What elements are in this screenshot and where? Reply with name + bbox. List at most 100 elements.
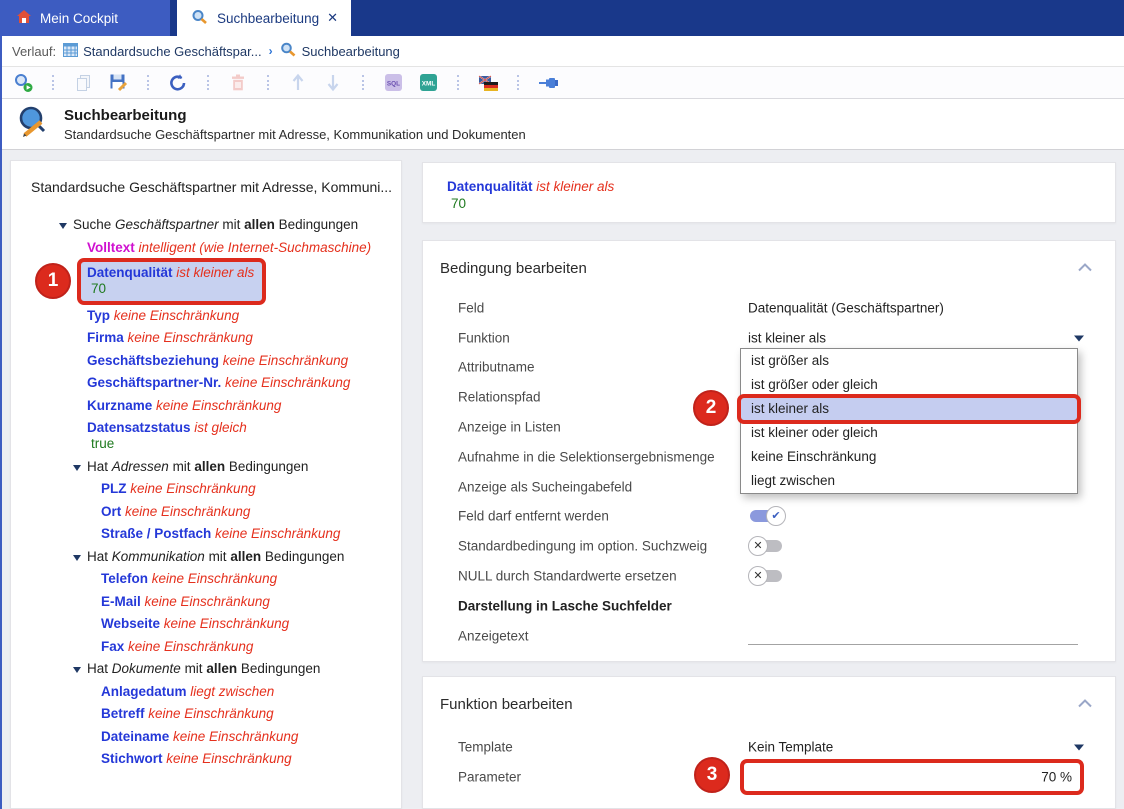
toggle-null-durch-standardwerte-ersetzen[interactable]: ✕ bbox=[748, 566, 786, 586]
save-icon[interactable] bbox=[107, 73, 129, 93]
tree-condition-body: Ort keine Einschränkung bbox=[101, 504, 250, 520]
table-icon bbox=[63, 43, 78, 60]
tree-condition-dateiname[interactable]: Dateiname keine Einschränkung bbox=[11, 729, 401, 745]
tree-group-text: Adressen bbox=[112, 459, 169, 474]
tree-group-text: allen bbox=[206, 661, 237, 676]
toggle-cell: ✔ bbox=[748, 506, 1084, 526]
condition-field-name: PLZ bbox=[101, 481, 127, 496]
tree-condition-stichwort[interactable]: Stichwort keine Einschränkung bbox=[11, 751, 401, 767]
form-row-darstellung-in-lasche-suchfelder: Darstellung in Lasche Suchfelder bbox=[458, 591, 1092, 621]
language-icon[interactable] bbox=[477, 73, 499, 93]
xml-icon[interactable]: XML bbox=[417, 73, 439, 93]
tree-condition-body: Geschäftsbeziehung keine Einschränkung bbox=[87, 353, 348, 369]
dropdown-option-ist-größer-als[interactable]: ist größer als bbox=[741, 349, 1077, 373]
field-label: Feld bbox=[458, 300, 484, 315]
input-parameter[interactable]: 70 %3 bbox=[744, 764, 1080, 790]
collapse-caret-icon[interactable] bbox=[73, 465, 81, 475]
close-tab-icon[interactable]: ✕ bbox=[327, 10, 338, 26]
cross-icon: ✕ bbox=[748, 566, 768, 586]
toggle-cell: ✕ bbox=[748, 536, 1084, 556]
page-title: Suchbearbeitung bbox=[64, 107, 526, 124]
toolbar-separator bbox=[52, 75, 54, 90]
move-down-icon bbox=[322, 73, 344, 93]
tree-group[interactable]: Suche Geschäftspartner mit allen Bedingu… bbox=[11, 217, 401, 233]
tree-condition-geschäftspartner-nr[interactable]: Geschäftspartner-Nr. keine Einschränkung bbox=[11, 375, 401, 391]
collapse-caret-icon[interactable] bbox=[73, 555, 81, 565]
breadcrumb-item-standardsuche[interactable]: Standardsuche Geschäftspar... bbox=[63, 43, 262, 60]
tab-bar: Mein Cockpit Suchbearbeitung ✕ bbox=[2, 0, 1124, 36]
select-funktion[interactable]: ist kleiner als bbox=[748, 330, 1084, 345]
collapse-section-icon[interactable] bbox=[1078, 695, 1092, 713]
chevron-down-icon bbox=[1074, 744, 1084, 755]
field-label: Relationspfad bbox=[458, 390, 541, 405]
dropdown-option-ist-kleiner-oder-gleich[interactable]: ist kleiner oder gleich bbox=[741, 421, 1077, 445]
tree-condition-fax[interactable]: Fax keine Einschränkung bbox=[11, 639, 401, 655]
search-edit-icon bbox=[280, 42, 297, 60]
tree-condition-anlagedatum[interactable]: Anlagedatum liegt zwischen bbox=[11, 684, 401, 700]
pin-icon[interactable] bbox=[537, 73, 559, 93]
tree-group[interactable]: Hat Adressen mit allen Bedingungen bbox=[11, 459, 401, 475]
tree-condition-datensatzstatus[interactable]: Datensatzstatus ist gleichtrue bbox=[11, 420, 401, 452]
tree-condition-webseite[interactable]: Webseite keine Einschränkung bbox=[11, 616, 401, 632]
tree-condition-firma[interactable]: Firma keine Einschränkung bbox=[11, 330, 401, 346]
tree-group-text: allen bbox=[230, 549, 261, 564]
run-search-icon[interactable] bbox=[12, 73, 34, 93]
toggle-standardbedingung-im-option-suchzweig[interactable]: ✕ bbox=[748, 536, 786, 556]
form-row-feld: FeldDatenqualität (Geschäftspartner) bbox=[458, 293, 1092, 323]
tree-condition-betreff[interactable]: Betreff keine Einschränkung bbox=[11, 706, 401, 722]
sql-icon[interactable]: SQL bbox=[382, 73, 404, 93]
dropdown-option-liegt-zwischen[interactable]: liegt zwischen bbox=[741, 469, 1077, 493]
svg-text:XML: XML bbox=[421, 81, 435, 88]
refresh-icon[interactable] bbox=[167, 73, 189, 93]
tree-condition-ort[interactable]: Ort keine Einschränkung bbox=[11, 504, 401, 520]
condition-field-name: Stichwort bbox=[101, 751, 163, 766]
breadcrumb: Verlauf: Standardsuche Geschäftspar... ›… bbox=[2, 36, 1124, 67]
condition-operator: keine Einschränkung bbox=[148, 571, 277, 586]
tree-condition-plz[interactable]: PLZ keine Einschränkung bbox=[11, 481, 401, 497]
field-label: Aufnahme in die Selektionsergebnismenge bbox=[458, 449, 715, 464]
select-template[interactable]: Kein Template bbox=[748, 739, 1084, 754]
collapse-section-icon[interactable] bbox=[1078, 259, 1092, 277]
dropdown-option-ist-kleiner-als[interactable]: ist kleiner als2 bbox=[741, 397, 1077, 421]
tab-suchbearbeitung[interactable]: Suchbearbeitung ✕ bbox=[177, 0, 351, 36]
condition-field-name: Betreff bbox=[101, 706, 145, 721]
tree-condition-straße-postfach[interactable]: Straße / Postfach keine Einschränkung bbox=[11, 526, 401, 542]
dropdown-option-ist-größer-oder-gleich[interactable]: ist größer oder gleich bbox=[741, 373, 1077, 397]
field-label: Standardbedingung im option. Suchzweig bbox=[458, 539, 707, 554]
form-row-null-durch-standardwerte-ersetzen: NULL durch Standardwerte ersetzen✕ bbox=[458, 561, 1092, 591]
collapse-caret-icon[interactable] bbox=[73, 667, 81, 677]
tree-condition-telefon[interactable]: Telefon keine Einschränkung bbox=[11, 571, 401, 587]
tree-group-text: allen bbox=[194, 459, 225, 474]
annotation-box-step3 bbox=[740, 759, 1084, 795]
breadcrumb-prefix: Verlauf: bbox=[12, 44, 56, 59]
tree-condition-body: Typ keine Einschränkung bbox=[87, 308, 239, 324]
tree-condition-geschäftsbeziehung[interactable]: Geschäftsbeziehung keine Einschränkung bbox=[11, 353, 401, 369]
search-tree-panel: Standardsuche Geschäftspartner mit Adres… bbox=[10, 160, 402, 809]
field-label: Feld darf entfernt werden bbox=[458, 509, 609, 524]
function-form: TemplateKein TemplateParameter70 %3 bbox=[458, 732, 1092, 792]
tree-group-text: Dokumente bbox=[112, 661, 181, 676]
field-label: Darstellung in Lasche Suchfelder bbox=[458, 598, 672, 613]
tree-condition-datenqualität[interactable]: Datenqualität ist kleiner als701 bbox=[11, 262, 401, 301]
tab-label: Mein Cockpit bbox=[40, 11, 118, 26]
tree-condition-volltext[interactable]: Volltext intelligent (wie Internet-Suchm… bbox=[11, 240, 401, 256]
tree-condition-typ[interactable]: Typ keine Einschränkung bbox=[11, 308, 401, 324]
tree-group[interactable]: Hat Dokumente mit allen Bedingungen bbox=[11, 661, 401, 677]
field-label: Funktion bbox=[458, 330, 510, 345]
tab-label: Suchbearbeitung bbox=[217, 11, 319, 26]
dropdown-option-keine-einschränkung[interactable]: keine Einschränkung bbox=[741, 445, 1077, 469]
condition-field-name: Geschäftspartner-Nr. bbox=[87, 375, 221, 390]
tree-condition-e-mail[interactable]: E-Mail keine Einschränkung bbox=[11, 594, 401, 610]
annotation-step-1: 1 bbox=[35, 263, 71, 299]
tab-mein-cockpit[interactable]: Mein Cockpit bbox=[2, 0, 170, 36]
input-anzeigetext[interactable] bbox=[748, 627, 1078, 645]
tree-group[interactable]: Hat Kommunikation mit allen Bedingungen bbox=[11, 549, 401, 565]
toolbar-separator bbox=[362, 75, 364, 90]
condition-field-name: Webseite bbox=[101, 616, 160, 631]
tree-condition-kurzname[interactable]: Kurzname keine Einschränkung bbox=[11, 398, 401, 414]
form-row-standardbedingung-im-option-suchzweig: Standardbedingung im option. Suchzweig ✕ bbox=[458, 531, 1092, 561]
page-subtitle: Standardsuche Geschäftspartner mit Adres… bbox=[64, 127, 526, 142]
breadcrumb-item-suchbearbeitung[interactable]: Suchbearbeitung bbox=[280, 42, 400, 60]
collapse-caret-icon[interactable] bbox=[59, 223, 67, 233]
toggle-feld-darf-entfernt-werden[interactable]: ✔ bbox=[748, 506, 786, 526]
